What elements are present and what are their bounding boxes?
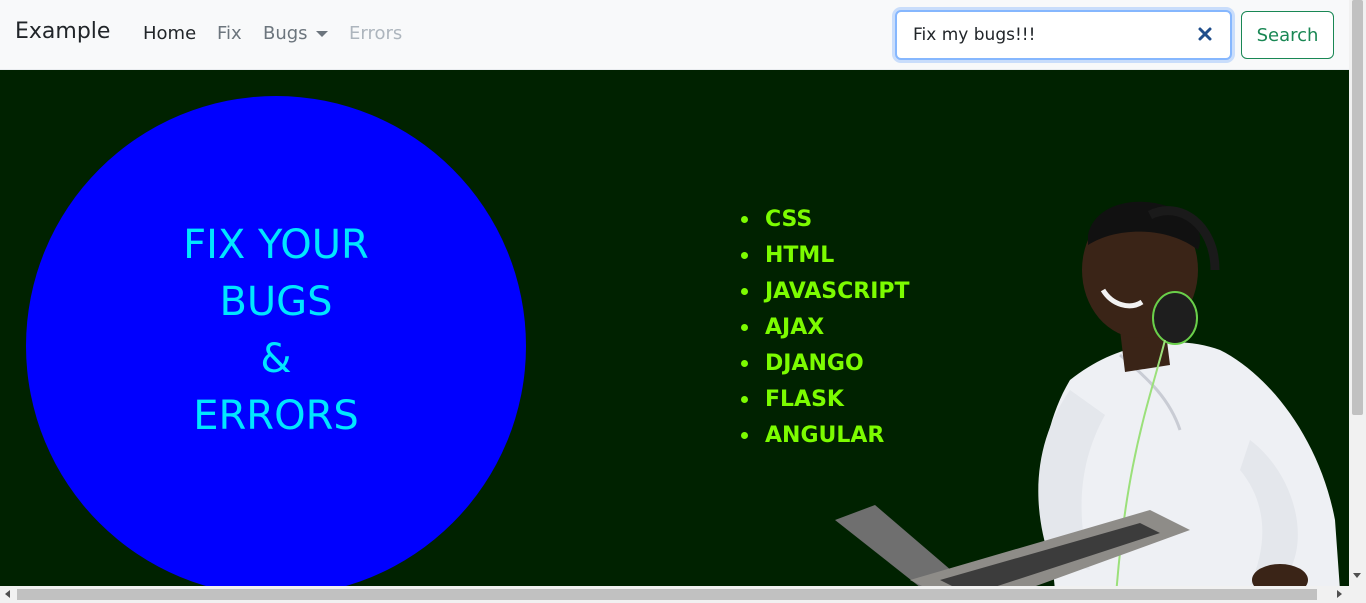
hero-line-2: BUGS (219, 279, 333, 325)
person-with-laptop-image (835, 201, 1340, 586)
scroll-right-arrow-icon[interactable] (1337, 590, 1342, 598)
hero-line-4: ERRORS (193, 393, 359, 439)
bullet-icon (741, 323, 748, 331)
vertical-scrollbar-thumb[interactable] (1352, 0, 1363, 415)
nav-home-link[interactable]: Home (143, 23, 196, 44)
bullet-icon (741, 215, 748, 223)
hero-line-1: FIX YOUR (183, 222, 369, 268)
hero-line-3: & (260, 336, 292, 382)
nav-fix-link[interactable]: Fix (217, 23, 242, 44)
scroll-left-arrow-icon[interactable] (5, 590, 10, 598)
bullet-icon (741, 287, 748, 295)
top-navbar: Example Home Fix Bugs Errors Search (0, 0, 1349, 70)
hero-circle-text: FIX YOUR BUGS & ERRORS (183, 217, 369, 445)
nav-bugs-dropdown[interactable]: Bugs (263, 23, 328, 44)
horizontal-scrollbar-thumb[interactable] (17, 589, 1317, 600)
skill-label: CSS (765, 206, 813, 232)
bullet-icon (741, 395, 748, 403)
bullet-icon (741, 359, 748, 367)
hero-section: FIX YOUR BUGS & ERRORS CSS HTML JAVASCRI… (0, 70, 1349, 586)
caret-down-icon (315, 30, 328, 37)
search-button[interactable]: Search (1241, 11, 1334, 59)
search-field (895, 10, 1232, 60)
nav-bugs-label: Bugs (263, 23, 308, 44)
horizontal-scrollbar[interactable] (0, 586, 1366, 603)
bullet-icon (741, 251, 748, 259)
vertical-scrollbar[interactable] (1349, 0, 1366, 586)
clear-search-icon[interactable] (1196, 25, 1214, 43)
bullet-icon (741, 431, 748, 439)
nav-errors-link-disabled: Errors (349, 23, 403, 44)
scroll-down-arrow-icon[interactable] (1353, 573, 1361, 578)
search-input[interactable] (913, 15, 1193, 55)
skill-label: AJAX (765, 314, 825, 340)
brand-link[interactable]: Example (15, 19, 110, 44)
hero-circle: FIX YOUR BUGS & ERRORS (26, 96, 526, 586)
